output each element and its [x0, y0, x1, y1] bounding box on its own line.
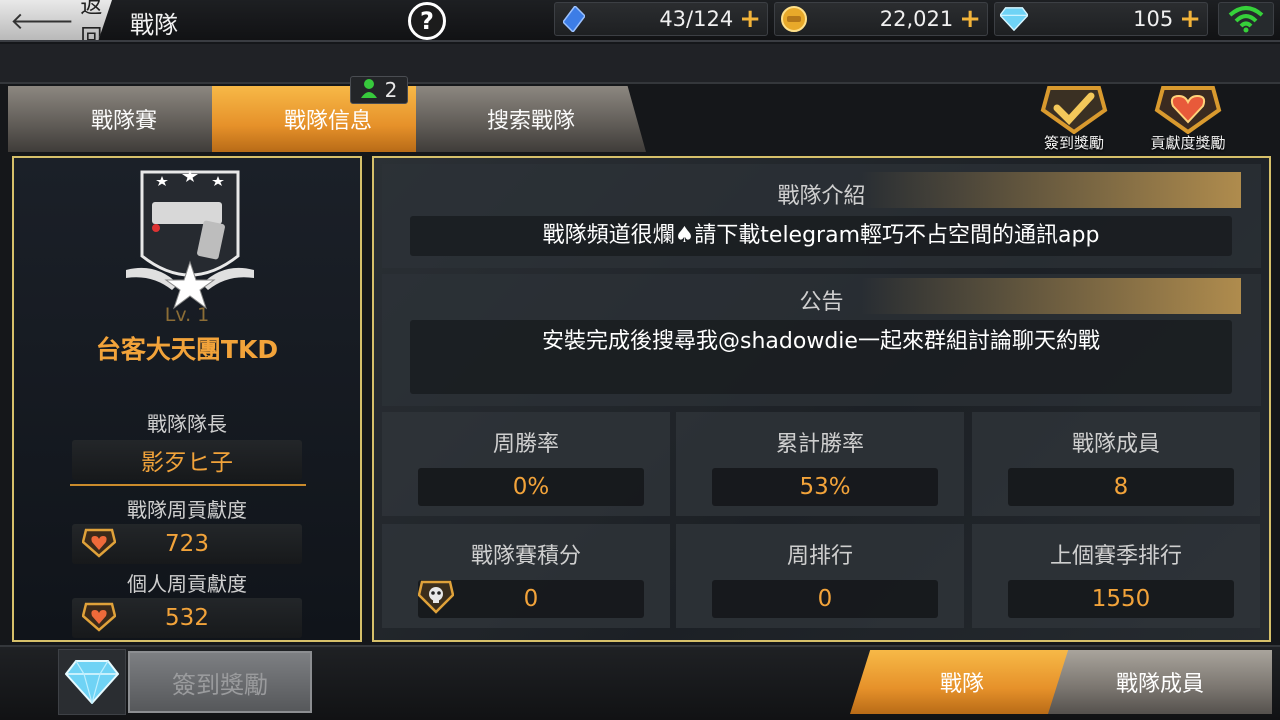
gold-coin-icon: [780, 5, 808, 33]
total-win-rate-value: 53%: [712, 468, 938, 506]
battle-points-label: 戰隊賽積分: [470, 544, 581, 569]
intro-title: 戰隊介紹: [777, 184, 866, 209]
weekly-win-rate-value: 0%: [418, 468, 644, 506]
back-arrow-icon: 🡐: [10, 6, 75, 35]
battle-points-cell: 戰隊賽積分 0: [382, 524, 670, 628]
gold-value: 22,021: [879, 7, 954, 31]
leader-label: 戰隊隊長: [147, 412, 227, 436]
tab-search-team[interactable]: 搜索戰隊: [416, 86, 646, 152]
weekly-rank-label: 周排行: [786, 544, 853, 569]
heart-badge-icon: [81, 528, 117, 558]
notice-text: 安裝完成後搜尋我@shadowdie一起來群組討論聊天約戰: [410, 320, 1232, 394]
page-title: 戰隊: [130, 11, 178, 39]
header-band: [0, 44, 1280, 84]
user-icon: [360, 78, 377, 103]
add-diamond-button[interactable]: +: [1179, 6, 1201, 32]
weekly-contribution-label: 戰隊周貢獻度: [127, 498, 247, 522]
contribution-reward-label: 貢獻度獎勵: [1150, 134, 1226, 152]
intro-section: 戰隊介紹 戰隊頻道很爛♠請下載telegram輕巧不占空間的通訊app: [382, 164, 1261, 268]
members-value: 8: [1008, 468, 1234, 506]
diamond-icon: [1000, 5, 1028, 33]
team-profile-panel: Lv. 1 台客大天團TKD 戰隊隊長 影歹ヒ子 戰隊周貢獻度 723 個人周貢…: [12, 156, 362, 642]
tab-team-members[interactable]: 戰隊成員: [1048, 650, 1272, 714]
leader-name: 影歹ヒ子: [72, 440, 302, 480]
divider: [70, 484, 306, 486]
heart-emblem-icon: [1153, 84, 1223, 135]
add-gold-button[interactable]: +: [959, 6, 981, 32]
add-energy-button[interactable]: +: [739, 6, 761, 32]
member-count-badge: 2: [350, 76, 408, 104]
gold-resource: 22,021 +: [774, 2, 988, 36]
signin-button[interactable]: 簽到獎勵: [128, 651, 312, 713]
contribution-reward-button[interactable]: 貢獻度獎勵: [1140, 84, 1236, 154]
members-label: 戰隊成員: [1071, 432, 1160, 457]
skull-badge-icon: [417, 580, 455, 614]
diamond-reward-icon: [58, 649, 126, 715]
notice-title: 公告: [799, 290, 844, 315]
tab-team-battle[interactable]: 戰隊賽: [8, 86, 240, 152]
signin-reward-label: 簽到獎勵: [1043, 134, 1104, 152]
total-win-rate-label: 累計勝率: [775, 432, 864, 457]
top-bar: 🡐 返回 戰隊 ? 43/124 + 22,021 + 105 +: [0, 0, 1280, 42]
help-button[interactable]: ?: [408, 2, 446, 40]
weekly-rank-cell: 周排行 0: [676, 524, 964, 628]
members-cell: 戰隊成員 8: [972, 412, 1260, 516]
last-season-rank-label: 上個賽季排行: [1049, 544, 1182, 569]
intro-text: 戰隊頻道很爛♠請下載telegram輕巧不占空間的通訊app: [410, 216, 1232, 256]
total-win-rate-cell: 累計勝率 53%: [676, 412, 964, 516]
pistol-emblem-icon: [122, 166, 258, 310]
last-season-rank-value: 1550: [1008, 580, 1234, 618]
energy-crystal-icon: [560, 5, 588, 33]
heart-badge-icon: [81, 602, 117, 632]
weekly-win-rate-label: 周勝率: [492, 432, 559, 457]
energy-value: 43/124: [659, 7, 734, 31]
tab-team[interactable]: 戰隊: [850, 650, 1074, 714]
member-count: 2: [384, 78, 398, 102]
team-name: 台客大天團TKD: [95, 335, 279, 364]
weekly-rank-value: 0: [712, 580, 938, 618]
notice-section: 公告 安裝完成後搜尋我@shadowdie一起來群組討論聊天約戰: [382, 274, 1261, 406]
weekly-win-rate-cell: 周勝率 0%: [382, 412, 670, 516]
team-info-panel: 戰隊介紹 戰隊頻道很爛♠請下載telegram輕巧不占空間的通訊app 公告 安…: [372, 156, 1271, 642]
signin-reward-button[interactable]: 簽到獎勵: [1026, 84, 1122, 154]
last-season-rank-cell: 上個賽季排行 1550: [972, 524, 1260, 628]
back-button[interactable]: 🡐 返回: [0, 0, 112, 40]
diamond-value: 105: [1133, 7, 1174, 31]
personal-contribution-label: 個人周貢獻度: [127, 572, 247, 596]
diamond-resource: 105 +: [994, 2, 1208, 36]
energy-resource: 43/124 +: [554, 2, 768, 36]
team-level: Lv. 1: [164, 304, 210, 326]
checkmark-emblem-icon: [1039, 84, 1109, 135]
wifi-icon: [1218, 2, 1274, 36]
tab-team-info[interactable]: 戰隊信息: [212, 86, 444, 152]
